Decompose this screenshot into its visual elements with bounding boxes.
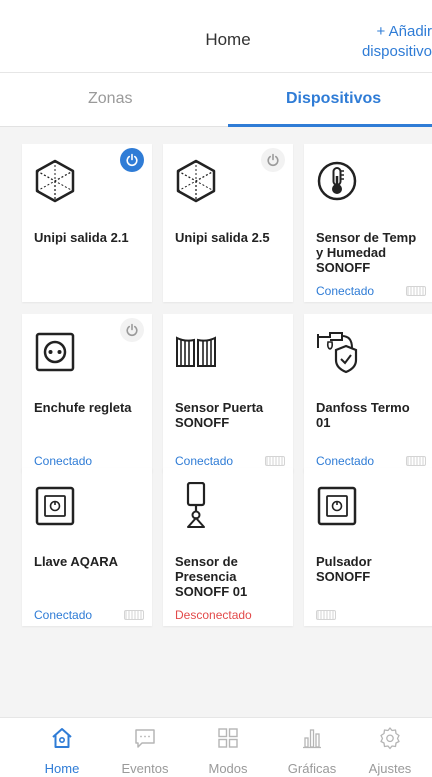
power-button[interactable] (120, 318, 144, 342)
connection-status: Desconectado (175, 608, 252, 622)
device-card[interactable]: Sensor de Presencia SONOFF 01 Desconecta… (163, 468, 293, 626)
bar-chart-icon (303, 729, 321, 749)
device-name: Sensor Puerta SONOFF (175, 400, 264, 430)
device-card[interactable]: Unipi salida 2.5 (163, 144, 293, 302)
device-name: Danfoss Termo 01 (316, 400, 410, 430)
nav-eventos[interactable]: Eventos (109, 726, 181, 776)
battery-icon (316, 610, 336, 620)
device-name: Llave AQARA (34, 554, 119, 569)
device-card[interactable]: Pulsador SONOFF (304, 468, 432, 626)
battery-icon (406, 456, 426, 466)
battery-icon (406, 286, 426, 296)
gear-icon (380, 727, 400, 750)
add-device-button[interactable]: + Añadir dispositivo (322, 22, 432, 62)
add-device-label-line2: dispositivo (361, 43, 432, 60)
device-card[interactable]: Sensor Puerta SONOFF Conectado (163, 314, 293, 472)
device-name: Unipi salida 2.1 (34, 230, 129, 245)
device-name: Sensor de Temp y Humedad SONOFF (316, 230, 417, 275)
power-button[interactable] (120, 148, 144, 172)
app-header: Home + Añadir dispositivo (0, 0, 432, 73)
thermometer-icon (317, 161, 357, 201)
bottom-nav: Home Eventos Modos Gráficas Ajustes (0, 717, 432, 777)
device-name: Enchufe regleta (34, 400, 132, 415)
nav-ajustes[interactable]: Ajustes (354, 726, 426, 776)
device-card[interactable]: Sensor de Temp y Humedad SONOFF Conectad… (304, 144, 432, 302)
valve-shield-icon (317, 332, 358, 374)
home-icon (52, 728, 72, 748)
device-name: Pulsador SONOFF (316, 554, 372, 584)
connection-status: Conectado (316, 454, 375, 468)
presence-sensor-icon (186, 482, 206, 528)
nav-label: Gráficas (287, 761, 337, 776)
battery-icon (265, 456, 285, 466)
chat-icon (135, 729, 155, 748)
add-device-label-line1: + Añadir (376, 23, 432, 40)
power-icon (126, 153, 138, 167)
connection-status: Conectado (316, 284, 375, 298)
socket-icon (35, 332, 75, 372)
nav-label: Eventos (121, 761, 169, 776)
nav-label: Modos (208, 761, 248, 776)
nav-home[interactable]: Home (26, 726, 98, 776)
device-card[interactable]: Enchufe regleta Conectado (22, 314, 152, 472)
connection-status: Conectado (175, 454, 234, 468)
power-icon (267, 153, 279, 167)
tab-bar: Zonas Dispositivos (0, 73, 432, 127)
connection-status: Conectado (34, 454, 93, 468)
grid-icon (218, 728, 238, 748)
cube-icon (176, 159, 216, 203)
power-icon (126, 323, 138, 337)
wall-switch-icon (317, 486, 357, 526)
battery-icon (124, 610, 144, 620)
tab-zonas[interactable]: Zonas (88, 90, 132, 108)
gate-icon (176, 336, 216, 367)
wall-switch-icon (35, 486, 75, 526)
device-name: Unipi salida 2.5 (175, 230, 270, 245)
nav-label: Ajustes (368, 761, 412, 776)
tab-dispositivos[interactable]: Dispositivos (286, 90, 381, 108)
device-card[interactable]: Llave AQARA Conectado (22, 468, 152, 626)
power-button[interactable] (261, 148, 285, 172)
device-card[interactable]: Danfoss Termo 01 Conectado (304, 314, 432, 472)
cube-icon (35, 159, 75, 203)
nav-label: Home (44, 761, 80, 776)
active-tab-indicator (228, 124, 432, 127)
connection-status: Conectado (34, 608, 93, 622)
nav-graficas[interactable]: Gráficas (276, 726, 348, 776)
device-name: Sensor de Presencia SONOFF 01 (175, 554, 248, 599)
nav-modos[interactable]: Modos (192, 726, 264, 776)
device-card[interactable]: Unipi salida 2.1 (22, 144, 152, 302)
